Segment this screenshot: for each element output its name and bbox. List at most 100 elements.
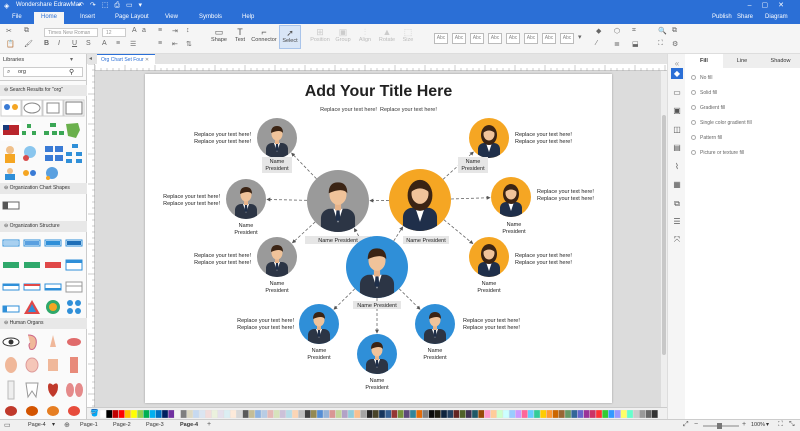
color-swatch[interactable] — [583, 410, 590, 418]
color-swatch[interactable] — [416, 410, 423, 418]
thumb-ear[interactable] — [27, 334, 37, 350]
fit-width-icon[interactable]: ⤢ — [683, 421, 689, 429]
thumb-globe-people[interactable] — [23, 146, 36, 161]
callout-text[interactable]: Replace your text here! — [237, 325, 294, 331]
node-gray-1[interactable]: NamePresident — [257, 118, 297, 173]
thumb-nose[interactable] — [50, 335, 56, 347]
thumb-struct-15[interactable] — [46, 300, 60, 314]
image-panel-icon[interactable]: ▣ — [671, 105, 683, 116]
node-name[interactable]: Name — [482, 281, 497, 287]
fit-page-icon[interactable]: ⛶ — [778, 421, 783, 429]
shadow-icon[interactable]: ⬓ — [632, 40, 639, 48]
text-direction-icon[interactable]: ⇅ — [186, 40, 192, 48]
thumb-lungs[interactable] — [66, 383, 83, 397]
node-name[interactable]: Name — [370, 378, 385, 384]
color-swatch[interactable] — [161, 410, 169, 418]
library-search-input[interactable]: org — [18, 69, 26, 75]
copy-icon[interactable]: ⧉ — [24, 27, 29, 35]
org-chart-diagram[interactable]: Name President Name PresidentName Preside… — [145, 74, 612, 403]
thumb-green-org[interactable] — [44, 123, 64, 135]
radio-single-gradient[interactable] — [691, 120, 696, 126]
chart-panel-icon[interactable]: ⌇ — [671, 161, 683, 172]
color-swatch[interactable] — [366, 410, 373, 418]
font-grow-icon[interactable]: A — [132, 27, 137, 34]
page-tab-1[interactable]: Page-1 — [80, 422, 98, 428]
thumb-globe-2[interactable] — [46, 167, 58, 180]
callout-text[interactable]: Replace your text here! — [537, 196, 594, 202]
style-preset-7[interactable]: Abc — [542, 33, 556, 44]
rotate-tool[interactable]: ▲ Rotate — [377, 27, 397, 43]
color-swatch[interactable] — [385, 410, 392, 418]
thumb-eye[interactable] — [2, 337, 20, 347]
menu-page-layout[interactable]: Page Layout — [115, 14, 149, 20]
color-swatch[interactable] — [354, 410, 361, 418]
publish-button[interactable]: Publish — [712, 14, 732, 20]
thumb-organ-3[interactable] — [47, 406, 59, 416]
thumb-rect-2[interactable] — [63, 99, 85, 117]
table-panel-icon[interactable]: ▦ — [671, 179, 683, 190]
fullscreen-view-icon[interactable]: ⤡ — [789, 421, 795, 429]
fill-option-single-gradient[interactable]: Single color gradient fill — [691, 120, 752, 126]
thumb-struct-1[interactable] — [2, 239, 20, 247]
document-tab[interactable]: Org Chart Set Four ✕ — [97, 54, 155, 64]
node-orange-2[interactable]: NamePresident — [491, 177, 531, 235]
connector-blue-big-orange-big[interactable] — [393, 226, 404, 242]
diagram-button[interactable]: Diagram — [765, 14, 788, 20]
color-swatch[interactable] — [453, 410, 460, 418]
style-preset-8[interactable]: Abc — [560, 33, 574, 44]
node-role[interactable]: President — [265, 288, 289, 294]
connector-gray-big-gray-2[interactable] — [266, 197, 308, 202]
text-tool[interactable]: T Text — [230, 27, 250, 43]
color-swatch[interactable] — [304, 410, 311, 418]
thumb-org-people[interactable] — [0, 99, 22, 117]
thumb-struct-4[interactable] — [65, 239, 83, 247]
line-spacing-icon[interactable]: ↕ — [186, 27, 190, 34]
thumb-mouth[interactable] — [67, 338, 81, 346]
text-color-icon[interactable]: A — [102, 40, 107, 47]
fullscreen-icon[interactable]: ⛶ — [658, 40, 663, 48]
add-page-icon[interactable]: ⊕ — [64, 421, 70, 429]
color-swatch[interactable] — [391, 410, 398, 418]
thumb-people-3[interactable] — [23, 170, 36, 176]
line-style-icon[interactable]: ≣ — [614, 40, 620, 48]
callout-text[interactable]: Replace your text here! — [463, 325, 520, 331]
menu-file[interactable]: File — [12, 14, 22, 20]
paste-icon[interactable]: 📋 — [6, 40, 15, 48]
crop-icon[interactable]: ⌗ — [632, 27, 636, 35]
color-swatch[interactable] — [211, 410, 218, 418]
style-preset-6[interactable]: Abc — [524, 33, 538, 44]
size-tool[interactable]: ⬚ Size — [400, 27, 416, 43]
node-role[interactable]: President — [307, 355, 331, 361]
color-swatch[interactable] — [180, 410, 187, 418]
connector-tool[interactable]: ⌐ Connector — [250, 27, 278, 43]
callout-text[interactable]: Replace your text here! — [463, 318, 520, 324]
section-search-results[interactable]: ⊖ Search Results for "org" — [0, 85, 87, 96]
node-name[interactable]: Name — [507, 222, 522, 228]
callout-text[interactable]: Replace your text here! — [194, 260, 251, 266]
node-orange-1[interactable]: NamePresident — [458, 118, 509, 173]
color-swatch[interactable] — [521, 410, 528, 418]
node-name[interactable]: Name — [270, 159, 285, 165]
thumb-struct-13[interactable] — [2, 305, 20, 313]
zoom-slider-thumb[interactable] — [717, 423, 722, 429]
color-swatch[interactable] — [292, 410, 299, 418]
color-swatch[interactable] — [130, 410, 138, 418]
thumb-grid-org[interactable] — [45, 146, 63, 161]
callout-text[interactable]: Replace your text here! — [515, 139, 572, 145]
callout-text[interactable]: Replace your text here! — [537, 189, 594, 195]
connector-blue-big-blue-2[interactable] — [398, 288, 421, 310]
node-role[interactable]: President — [265, 166, 289, 172]
color-swatch[interactable] — [595, 410, 603, 418]
connector-blue-big-blue-1[interactable] — [333, 288, 356, 310]
node-name[interactable]: Name — [312, 348, 327, 354]
zoom-level[interactable]: 100% — [751, 422, 765, 428]
node-name[interactable]: Name — [466, 159, 481, 165]
page-tab-3[interactable]: Page-3 — [146, 422, 164, 428]
node-label[interactable]: Name President — [318, 238, 358, 244]
color-swatch[interactable] — [608, 410, 615, 418]
diagram-subtitle[interactable]: Replace your text here! Replace your tex… — [145, 107, 612, 113]
section-org-structure[interactable]: ⊖ Organization Structure — [0, 221, 87, 232]
zoom-chevron-icon[interactable]: ▾ — [766, 421, 769, 428]
callout-text[interactable]: Replace your text here! — [194, 253, 251, 259]
format-painter-icon[interactable]: 🖌 — [24, 40, 33, 48]
